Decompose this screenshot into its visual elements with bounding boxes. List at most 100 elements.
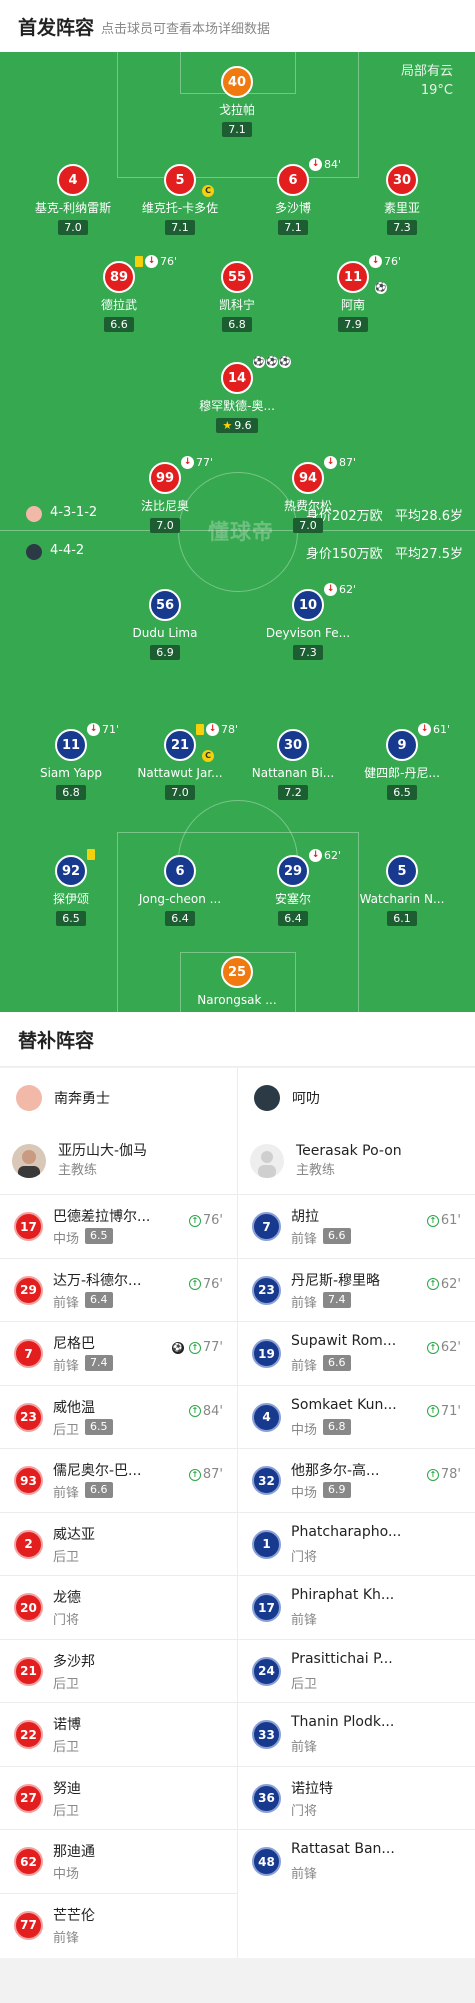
sub-out-icon: ↓ bbox=[418, 723, 431, 736]
away-player-9[interactable]: 5 Watcharin N... 6.1 bbox=[342, 855, 462, 926]
away-sub-row[interactable]: 48 Rattasat Ban... 前锋 bbox=[238, 1830, 475, 1894]
away-player-5[interactable]: 9 ↓ 61' 健四郎-丹尼... 6.5 bbox=[342, 723, 462, 800]
away-player-3[interactable]: 21 C ↓ 78' Nattawut Jar... 7.0 bbox=[120, 723, 240, 800]
away-sub-row[interactable]: 32 他那多尔-高... 中场 6.9 ↑ 78' bbox=[238, 1449, 475, 1513]
away-sub-row[interactable]: 36 诺拉特 门将 bbox=[238, 1767, 475, 1830]
away-coach-name: Teerasak Po-on bbox=[296, 1143, 402, 1159]
away-player-6[interactable]: 92 探伊颂 6.5 bbox=[11, 849, 131, 926]
sub-in-icon: ↑ bbox=[188, 1468, 201, 1481]
player-number: 94 bbox=[292, 462, 324, 494]
home-player-6[interactable]: 55 凯科宁 6.8 bbox=[177, 261, 297, 332]
away-team-info: 4-4-2 身价150万欧 平均27.5岁 bbox=[0, 542, 475, 562]
away-team-logo-icon bbox=[26, 544, 42, 560]
away-sub-row[interactable]: 17 Phiraphat Kh... 前锋 bbox=[238, 1576, 475, 1640]
home-sub-row[interactable]: 20 龙德 门将 bbox=[0, 1576, 237, 1640]
away-player-1[interactable]: 10 ↓ 62' Deyvison Fe... 7.3 bbox=[248, 583, 368, 660]
away-player-7[interactable]: 6 Jong-cheon ... 6.4 bbox=[120, 855, 240, 926]
player-name: 穆罕默德-奥... bbox=[199, 399, 275, 413]
player-name: Deyvison Fe... bbox=[265, 626, 351, 640]
player-number: 92 bbox=[55, 855, 87, 887]
subs-header: 替补阵容 bbox=[0, 1012, 475, 1067]
player-badges: ↓ 76' bbox=[369, 255, 401, 268]
away-player-4[interactable]: 30 Nattanan Bi... 7.2 bbox=[233, 729, 353, 800]
home-coach[interactable]: 亚历山大-伽马 主教练 bbox=[0, 1128, 237, 1195]
sub-position: 中场 bbox=[53, 1232, 80, 1247]
home-player-9[interactable]: 99 ↓ 77' 法比尼奥 7.0 bbox=[105, 456, 225, 533]
player-rating: 7.1 bbox=[222, 122, 252, 137]
home-player-8[interactable]: 14 ⚽ ⚽ ⚽ 穆罕默德-奥... ★ 9.6 bbox=[177, 356, 297, 433]
player-badges: ↓ 76' bbox=[135, 255, 177, 268]
player-number: 9 bbox=[386, 729, 418, 761]
home-sub-row[interactable]: 62 那迪通 中场 bbox=[0, 1830, 237, 1894]
sub-name: Phatcharapho... bbox=[291, 1523, 402, 1540]
sub-number: 24 bbox=[252, 1656, 281, 1686]
player-name: 德拉武 bbox=[100, 298, 137, 312]
away-sub-row[interactable]: 7 胡拉 前锋 6.6 ↑ 61' bbox=[238, 1195, 475, 1259]
sub-number: 2 bbox=[14, 1529, 43, 1559]
home-sub-row[interactable]: 23 威他温 后卫 6.5 ↑ 84' bbox=[0, 1386, 237, 1449]
goal-icon: ⚽ bbox=[279, 356, 291, 368]
home-team-row[interactable]: 南奔勇士 bbox=[0, 1068, 237, 1128]
player-name: 探伊颂 bbox=[52, 892, 89, 906]
sub-in-time: 62' bbox=[440, 1340, 461, 1355]
sub-in-time: 76' bbox=[202, 1276, 223, 1292]
player-badges bbox=[87, 849, 97, 860]
player-name: 维克托-卡多佐 bbox=[141, 201, 219, 215]
away-sub-row[interactable]: 4 Somkaet Kun... 中场 6.8 ↑ 71' bbox=[238, 1386, 475, 1449]
away-sub-row[interactable]: 23 丹尼斯-穆里略 前锋 7.4 ↑ 62' bbox=[238, 1259, 475, 1322]
sub-out-icon: ↓ bbox=[369, 255, 382, 268]
goal-icon: ⚽ bbox=[266, 356, 278, 368]
sub-position: 后卫 bbox=[53, 1740, 80, 1755]
home-sub-row[interactable]: 22 诺博 后卫 bbox=[0, 1703, 237, 1767]
home-sub-row[interactable]: 93 儒尼奥尔-巴... 前锋 6.6 ↑ 87' bbox=[0, 1449, 237, 1513]
home-sub-row[interactable]: 2 威达亚 后卫 bbox=[0, 1513, 237, 1576]
star-icon: ★ bbox=[222, 419, 233, 432]
away-player-8[interactable]: 29 ↓ 62' 安塞尔 6.4 bbox=[233, 849, 353, 926]
player-rating: 6.4 bbox=[165, 911, 195, 926]
player-number: 10 bbox=[292, 589, 324, 621]
sub-rating: 6.8 bbox=[323, 1418, 351, 1435]
home-player-0[interactable]: 40 戈拉帕 7.1 bbox=[177, 66, 297, 137]
sub-number: 23 bbox=[252, 1275, 281, 1305]
away-player-10[interactable]: 25Narongsak ...6.8 bbox=[177, 956, 297, 1012]
sub-name: 巴德差拉博尔... bbox=[53, 1209, 151, 1225]
sub-out-time: 76' bbox=[384, 255, 402, 268]
sub-number: 77 bbox=[14, 1910, 43, 1940]
away-sub-row[interactable]: 1 Phatcharapho... 门将 bbox=[238, 1513, 475, 1576]
away-team-row[interactable]: 呵叻 bbox=[238, 1068, 475, 1128]
home-sub-row[interactable]: 29 达万-科德尔... 前锋 6.4 ↑ 76' bbox=[0, 1259, 237, 1322]
home-player-4[interactable]: 30 素里亚 7.3 bbox=[342, 164, 462, 235]
away-player-0[interactable]: 56 Dudu Lima 6.9 bbox=[105, 589, 225, 660]
player-number: 21 C bbox=[164, 729, 214, 762]
player-name: 阿南 bbox=[340, 298, 365, 312]
away-sub-row[interactable]: 24 Prasittichai P... 后卫 bbox=[238, 1640, 475, 1703]
sub-name: Prasittichai P... bbox=[291, 1650, 393, 1667]
home-sub-row[interactable]: 27 努迪 后卫 bbox=[0, 1767, 237, 1830]
home-player-1[interactable]: 4 基克-利纳雷斯 7.0 bbox=[13, 164, 133, 235]
home-player-2[interactable]: 5 C 维克托-卡多佐 7.1 bbox=[120, 164, 240, 235]
coach-avatar-placeholder bbox=[250, 1144, 284, 1178]
away-player-2[interactable]: 11 ↓ 71' Siam Yapp 6.8 bbox=[11, 723, 131, 800]
player-name: 多沙博 bbox=[274, 201, 311, 215]
sub-number: 48 bbox=[252, 1847, 281, 1876]
home-sub-row[interactable]: 21 多沙邦 后卫 bbox=[0, 1640, 237, 1703]
sub-out-icon: ↓ bbox=[309, 158, 322, 171]
home-sub-row[interactable]: 7 尼格巴 前锋 7.4 ⚽ ↑ 77' bbox=[0, 1322, 237, 1386]
home-player-5[interactable]: 89 ↓ 76' 德拉武 6.6 bbox=[59, 255, 179, 332]
sub-position: 前锋 bbox=[291, 1232, 318, 1247]
player-name: 素里亚 bbox=[383, 201, 420, 215]
away-coach[interactable]: Teerasak Po-on 主教练 bbox=[238, 1128, 475, 1195]
home-sub-row[interactable]: 77 芒芒伦 前锋 bbox=[0, 1894, 237, 1958]
sub-out-icon: ↓ bbox=[206, 723, 219, 736]
away-sub-row[interactable]: 33 Thanin Plodk... 前锋 bbox=[238, 1703, 475, 1767]
player-rating: 7.0 bbox=[58, 220, 88, 235]
player-number: 6 bbox=[277, 164, 309, 196]
home-sub-row[interactable]: 17 巴德差拉博尔... 中场 6.5 ↑ 76' bbox=[0, 1195, 237, 1259]
captain-icon: C bbox=[202, 185, 214, 197]
away-avg-age: 平均27.5岁 bbox=[395, 547, 463, 562]
home-player-10[interactable]: 94 ↓ 87' 热费尔松 7.0 bbox=[248, 456, 368, 533]
away-sub-row[interactable]: 19 Supawit Rom... 前锋 6.6 ↑ 62' bbox=[238, 1322, 475, 1386]
home-player-3[interactable]: 6 ↓ 84' 多沙博 7.1 bbox=[233, 158, 353, 235]
home-player-7[interactable]: 11 ⚽ ↓ 76' 阿南 7.9 bbox=[293, 255, 413, 332]
player-badges: ↓ 62' bbox=[309, 849, 341, 862]
